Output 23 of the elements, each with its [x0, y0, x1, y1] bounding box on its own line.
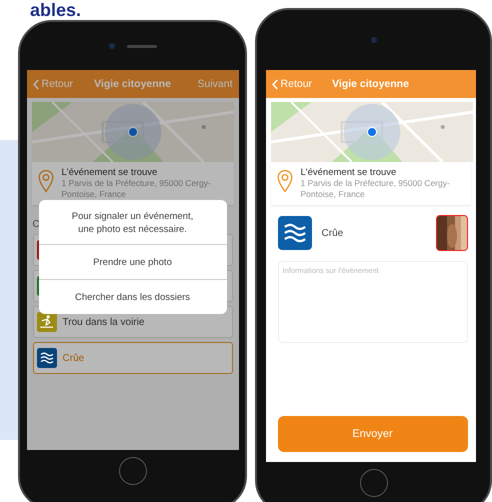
back-link[interactable]: Retour	[272, 78, 330, 90]
location-address: 1 Parvis de la Préfecture, 95000 Cergy-Pontoise, France	[300, 178, 451, 200]
next-link[interactable]: Suivant	[174, 78, 233, 90]
send-button[interactable]: Envoyer	[278, 416, 468, 452]
location-address: 1 Parvis de la Préfecture, 95000 Cergy-Pontoise, France	[62, 178, 212, 200]
home-button[interactable]	[360, 469, 388, 497]
category-item[interactable]: Crûe	[32, 342, 233, 374]
home-button[interactable]	[118, 457, 147, 485]
location-label: L'événement se trouve	[62, 167, 158, 178]
location-label: L'événement se trouve	[300, 167, 398, 178]
slide-heading: ables.	[30, 0, 82, 20]
dialog-action[interactable]: Chercher dans les dossiers	[38, 279, 227, 314]
back-chevron-icon	[32, 78, 39, 90]
screen-title: Vigie citoyenne	[93, 78, 172, 90]
location-pin-icon	[276, 169, 293, 193]
dialog-message: Pour signaler un événement, une photo est nécessaire.	[70, 210, 194, 237]
back-link[interactable]: Retour	[32, 78, 91, 90]
dialog-action[interactable]: Prendre une photo	[38, 244, 227, 279]
location-pin-icon	[38, 169, 54, 193]
screen-title: Vigie citoyenne	[331, 78, 410, 90]
list-heading: C	[32, 219, 40, 230]
category-label: Crûe	[322, 228, 344, 238]
back-chevron-icon	[272, 78, 278, 90]
